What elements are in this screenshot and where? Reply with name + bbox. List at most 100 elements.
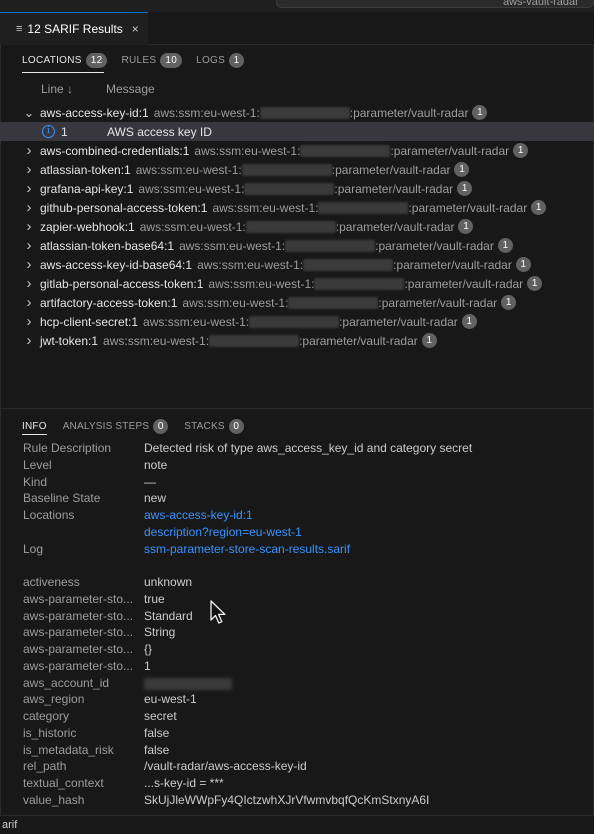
chevron-down-icon[interactable]: ⌄	[22, 106, 36, 119]
result-name: aws-access-key-id:1	[40, 105, 149, 120]
sort-down-icon: ↓	[67, 82, 74, 96]
info-key: value_hash	[23, 793, 85, 807]
info-value: /vault-radar/aws-access-key-id	[144, 759, 307, 773]
info-value-link[interactable]: ssm-parameter-store-scan-results.sarif	[144, 542, 350, 556]
result-location-suffix: :parameter/vault-radar	[335, 219, 455, 234]
info-value: false	[144, 726, 170, 740]
info-value-link[interactable]: aws-access-key-id:1	[144, 508, 253, 522]
column-header-message[interactable]: Message	[106, 82, 155, 96]
result-location-suffix: :parameter/vault-radar	[299, 333, 418, 348]
stacks-count-badge: 0	[228, 418, 244, 434]
result-location-prefix: aws:ssm:eu-west-1:	[182, 295, 289, 310]
result-location-suffix: :parameter/vault-radar	[393, 257, 512, 272]
result-name: aws-access-key-id-base64:1	[40, 257, 193, 272]
tab-sarif-results[interactable]: ≡ 12 SARIF Results ×	[0, 12, 148, 45]
close-icon[interactable]: ×	[132, 22, 139, 36]
panel-splitter[interactable]	[0, 408, 594, 409]
chevron-right-icon[interactable]: ›	[22, 237, 36, 254]
info-value: —	[144, 475, 156, 489]
chevron-right-icon[interactable]: ›	[22, 218, 36, 235]
tab-rules[interactable]: RULES 10	[121, 50, 183, 70]
result-row[interactable]: › hcp-client-secret:1 aws:ssm:eu-west-1: :p…	[0, 312, 594, 331]
result-name: aws-combined-credentials:1	[40, 143, 190, 158]
chevron-right-icon[interactable]: ›	[22, 275, 36, 292]
redacted-account-id	[245, 220, 336, 233]
result-row[interactable]: › jwt-token:1 aws:ssm:eu-west-1::parameter…	[0, 331, 594, 350]
tab-title: 12 SARIF Results	[27, 22, 123, 36]
redacted-account-id	[209, 334, 300, 347]
chevron-right-icon[interactable]: ›	[22, 256, 36, 273]
tab-info[interactable]: INFO	[22, 421, 47, 432]
result-name: artifactory-access-token:1	[40, 295, 178, 310]
result-row[interactable]: › github-personal-access-token:1 aws:ssm:e…	[0, 198, 594, 217]
redacted-account-id	[314, 277, 405, 290]
tab-locations[interactable]: LOCATIONS 12	[22, 50, 108, 70]
info-tab-indicator	[22, 434, 47, 435]
result-row[interactable]: › aws-access-key-id-base64:1 aws:ssm:eu-we…	[0, 255, 594, 274]
results-view-tabs: LOCATIONS 12 RULES 10 LOGS 1	[22, 50, 258, 70]
command-center[interactable]: aws-vault-radar	[276, 0, 594, 8]
tab-stacks[interactable]: STACKS 0	[184, 418, 244, 434]
info-value: Standard	[144, 609, 193, 623]
result-count-badge: 1	[461, 314, 477, 329]
info-row: Level note	[0, 458, 594, 475]
result-row[interactable]: › atlassian-token-base64:1 aws:ssm:eu-west…	[0, 236, 594, 255]
result-row[interactable]: › grafana-api-key:1 aws:ssm:eu-west-1::par…	[0, 179, 594, 198]
info-value: Detected risk of type aws_access_key_id …	[144, 441, 473, 455]
info-row: aws_region eu-west-1	[0, 692, 594, 709]
result-location-prefix: aws:ssm:eu-west-1:	[135, 162, 242, 177]
chevron-right-icon[interactable]: ›	[22, 199, 36, 216]
info-key: rel_path	[23, 759, 67, 773]
info-row: aws_account_id	[0, 676, 594, 693]
result-child-row[interactable]: i 1 AWS access key ID	[0, 122, 594, 141]
info-row: Locations aws-access-key-id:1	[0, 508, 594, 525]
chevron-right-icon[interactable]: ›	[22, 294, 36, 311]
chevron-right-icon[interactable]: ›	[22, 161, 36, 178]
tab-analysis-steps[interactable]: ANALYSIS STEPS 0	[63, 418, 169, 434]
active-tab-indicator	[22, 72, 104, 73]
result-row[interactable]: ⌄ aws-access-key-id:1 aws:ssm:eu-west-1::p…	[0, 103, 594, 122]
result-row[interactable]: › artifactory-access-token:1 aws:ssm:eu-we…	[0, 293, 594, 312]
result-location-prefix: aws:ssm:eu-west-1:	[143, 314, 250, 329]
info-key: textual_context	[23, 776, 104, 790]
redacted-account-id	[249, 315, 340, 328]
result-count-badge: 1	[513, 143, 529, 158]
chevron-right-icon[interactable]: ›	[22, 180, 36, 197]
result-location-prefix: aws:ssm:eu-west-1:	[212, 200, 319, 215]
redacted-account-id	[244, 182, 335, 195]
result-row[interactable]: › gitlab-personal-access-token:1 aws:ssm:e…	[0, 274, 594, 293]
result-name: atlassian-token:1	[40, 162, 131, 177]
result-location-suffix: :parameter/vault-radar	[339, 314, 458, 329]
info-row: activeness unknown	[0, 575, 594, 592]
info-row: aws-parameter-sto... {}	[0, 642, 594, 659]
result-location-prefix: aws:ssm:eu-west-1:	[179, 238, 286, 253]
result-location-suffix: :parameter/vault-radar	[390, 143, 510, 158]
column-line-label: Line	[41, 82, 64, 96]
info-icon: i	[42, 125, 55, 138]
result-row[interactable]: › aws-combined-credentials:1 aws:ssm:eu-we…	[0, 141, 594, 160]
tab-logs[interactable]: LOGS 1	[196, 50, 245, 70]
result-row[interactable]: › zapier-webhook:1 aws:ssm:eu-west-1::para…	[0, 217, 594, 236]
info-key: aws_account_id	[23, 676, 110, 690]
result-name: hcp-client-secret:1	[40, 314, 139, 329]
column-header-line[interactable]: Line ↓	[41, 82, 73, 96]
info-row: is_historic false	[0, 726, 594, 743]
result-location-prefix: aws:ssm:eu-west-1:	[139, 219, 246, 234]
result-name: gitlab-personal-access-token:1	[40, 276, 204, 291]
info-value: new	[144, 491, 167, 505]
info-key: Level	[23, 458, 52, 472]
tab-logs-label: LOGS	[196, 54, 226, 66]
info-row: Log ssm-parameter-store-scan-results.sari…	[0, 542, 594, 559]
chevron-right-icon[interactable]: ›	[22, 332, 36, 349]
info-key: aws-parameter-sto...	[23, 642, 134, 656]
chevron-right-icon[interactable]: ›	[22, 142, 36, 159]
info-value-link[interactable]: description?region=eu-west-1	[144, 525, 302, 539]
result-row[interactable]: › atlassian-token:1 aws:ssm:eu-west-1::par…	[0, 160, 594, 179]
result-count-badge: 1	[472, 105, 488, 120]
redacted-account-id	[300, 144, 391, 157]
result-name: atlassian-token-base64:1	[40, 238, 175, 253]
title-bar: aws-vault-radar	[0, 0, 594, 12]
info-value-redacted	[144, 676, 232, 690]
chevron-right-icon[interactable]: ›	[22, 313, 36, 330]
info-value: ...s-key-id = ***	[144, 776, 224, 790]
